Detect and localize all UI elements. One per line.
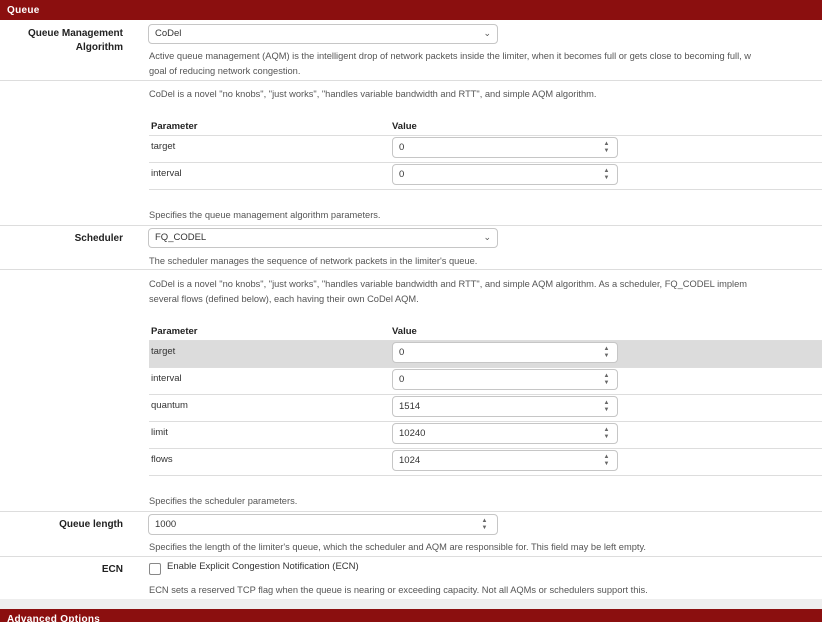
stepper-icon[interactable]: ▲ ▼ [602, 346, 611, 359]
stepper-icon[interactable]: ▲ ▼ [602, 141, 611, 154]
scheduler-quantum-input[interactable]: 1514 ▲ ▼ [392, 396, 618, 417]
aqm-params-help: Specifies the queue management algorithm… [149, 210, 381, 220]
param-name: interval [151, 373, 182, 384]
aqm-label: Queue Management Algorithm [13, 27, 123, 55]
input-value: 0 [399, 347, 405, 358]
chevron-down-icon: ⌄ [483, 28, 491, 38]
divider [149, 189, 822, 190]
scheduler-help: The scheduler manages the sequence of ne… [149, 256, 478, 266]
stepper-icon[interactable]: ▲ ▼ [602, 427, 611, 440]
divider [0, 556, 822, 557]
queue-length-label-text: Queue length [59, 519, 123, 530]
aqm-interval-input[interactable]: 0 ▲ ▼ [392, 164, 618, 185]
ecn-label: ECN [13, 563, 123, 577]
scheduler-interval-input[interactable]: 0 ▲ ▼ [392, 369, 618, 390]
advanced-title: Advanced Options [7, 614, 101, 622]
input-value: 10240 [399, 428, 426, 439]
ecn-checkbox[interactable] [149, 563, 161, 575]
aqm-label-text: Queue Management Algorithm [27, 28, 123, 53]
scheduler-desc-line-1: CoDel is a novel "no knobs", "just works… [149, 279, 748, 289]
divider [149, 475, 822, 476]
input-value: 0 [399, 374, 405, 385]
param-name: target [151, 346, 176, 357]
stepper-icon[interactable]: ▲ ▼ [602, 373, 611, 386]
input-value: 0 [399, 142, 405, 153]
aqm-col-parameter: Parameter [151, 121, 198, 132]
aqm-help-line-2: goal of reducing network congestion. [149, 66, 301, 76]
input-value: 1514 [399, 401, 421, 412]
aqm-target-input[interactable]: 0 ▲ ▼ [392, 137, 618, 158]
panel-header-queue: Queue [0, 0, 822, 20]
scheduler-desc-line-2: several flows (defined below), each havi… [149, 294, 419, 304]
param-name: target [151, 141, 176, 152]
param-name: quantum [151, 400, 188, 411]
ecn-label-text: ECN [101, 564, 123, 575]
scheduler-label-text: Scheduler [74, 233, 123, 244]
scheduler-params-help: Specifies the scheduler parameters. [149, 496, 298, 506]
param-name: interval [151, 168, 182, 179]
divider [0, 225, 822, 226]
scheduler-select-value: FQ_CODEL [155, 232, 207, 243]
scheduler-select[interactable]: FQ_CODEL ⌄ [148, 228, 498, 248]
divider [0, 511, 822, 512]
stepper-icon[interactable]: ▲ ▼ [602, 454, 611, 467]
section-spacer [0, 599, 822, 609]
input-value: 1000 [155, 519, 177, 530]
aqm-select[interactable]: CoDel ⌄ [148, 24, 498, 44]
queue-length-input[interactable]: 1000 ▲ ▼ [148, 514, 498, 535]
scheduler-label: Scheduler [13, 232, 123, 246]
scheduler-flows-input[interactable]: 1024 ▲ ▼ [392, 450, 618, 471]
input-value: 0 [399, 169, 405, 180]
ecn-checkbox-label[interactable]: Enable Explicit Congestion Notification … [167, 561, 359, 572]
stepper-icon[interactable]: ▲ ▼ [602, 168, 611, 181]
aqm-select-value: CoDel [155, 28, 182, 39]
input-value: 1024 [399, 455, 421, 466]
chevron-down-icon: ⌄ [483, 232, 491, 242]
param-name: limit [151, 427, 168, 438]
scheduler-col-value: Value [392, 326, 417, 337]
queue-length-label: Queue length [13, 518, 123, 532]
aqm-help-line-1: Active queue management (AQM) is the int… [149, 51, 752, 61]
scheduler-col-parameter: Parameter [151, 326, 198, 337]
aqm-col-value: Value [392, 121, 417, 132]
stepper-icon[interactable]: ▲ ▼ [602, 400, 611, 413]
queue-length-help: Specifies the length of the limiter's qu… [149, 542, 647, 552]
panel-title: Queue [7, 5, 40, 16]
panel-header-advanced-options[interactable]: Advanced Options [0, 609, 822, 622]
stepper-icon[interactable]: ▲ ▼ [480, 518, 489, 531]
divider [0, 269, 822, 270]
aqm-description: CoDel is a novel "no knobs", "just works… [149, 89, 597, 99]
scheduler-limit-input[interactable]: 10240 ▲ ▼ [392, 423, 618, 444]
scheduler-target-input[interactable]: 0 ▲ ▼ [392, 342, 618, 363]
param-name: flows [151, 454, 173, 465]
ecn-help: ECN sets a reserved TCP flag when the qu… [149, 585, 648, 595]
divider [0, 80, 822, 81]
